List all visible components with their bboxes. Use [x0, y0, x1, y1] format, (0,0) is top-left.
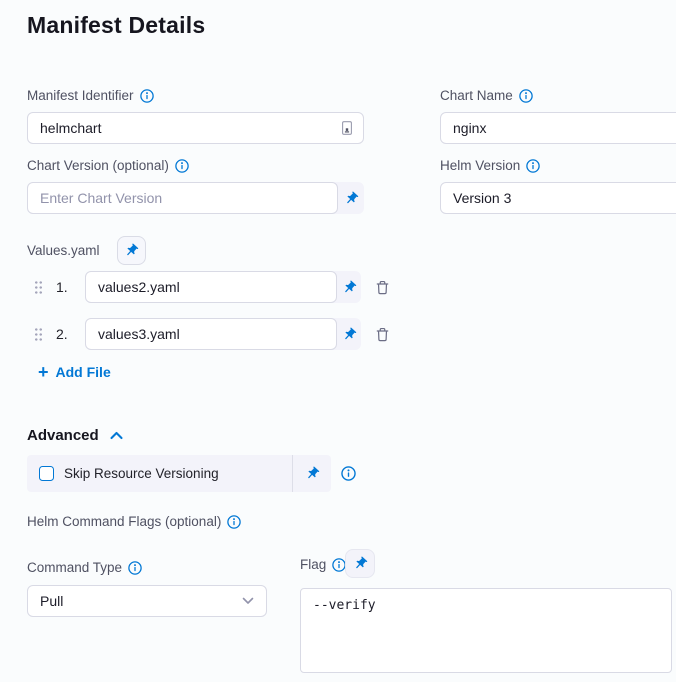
helm-command-flags-label-text: Helm Command Flags (optional) — [27, 514, 221, 529]
flag-label: Flag — [300, 557, 346, 572]
values-file-input[interactable] — [85, 318, 337, 350]
multi-type-pin-button[interactable] — [338, 182, 364, 214]
chart-name-label: Chart Name — [440, 88, 533, 103]
manifest-identifier-field — [27, 112, 364, 144]
chart-version-label-text: Chart Version (optional) — [27, 158, 169, 173]
helm-version-select[interactable]: Version 3 — [440, 182, 676, 214]
pin-icon — [338, 276, 359, 297]
info-icon[interactable] — [341, 466, 356, 481]
chart-version-input[interactable] — [27, 182, 338, 214]
file-index: 1. — [56, 279, 68, 295]
edit-identifier-icon[interactable] — [339, 120, 355, 136]
delete-file-button[interactable] — [371, 323, 393, 345]
values-file-field — [85, 271, 361, 303]
add-file-label: Add File — [56, 364, 111, 380]
chevron-down-icon — [242, 597, 254, 605]
drag-handle-icon[interactable] — [33, 279, 42, 295]
pin-icon — [301, 463, 322, 484]
pin-icon — [349, 553, 370, 574]
flag-pin-button[interactable] — [345, 549, 375, 578]
chart-name-input[interactable] — [440, 112, 676, 144]
command-type-label: Command Type — [27, 560, 142, 575]
info-icon[interactable] — [519, 89, 533, 103]
chart-version-label: Chart Version (optional) — [27, 158, 189, 173]
trash-icon — [374, 326, 391, 343]
chart-version-field — [27, 182, 364, 214]
drag-handle-icon[interactable] — [33, 326, 42, 342]
helm-command-flags-label: Helm Command Flags (optional) — [27, 514, 241, 529]
helm-version-value: Version 3 — [453, 190, 511, 206]
page-title: Manifest Details — [27, 12, 205, 39]
info-icon[interactable] — [526, 159, 540, 173]
file-index: 2. — [56, 326, 68, 342]
multi-type-pin-button[interactable] — [337, 271, 361, 303]
manifest-identifier-label: Manifest Identifier — [27, 88, 154, 103]
manifest-identifier-label-text: Manifest Identifier — [27, 88, 134, 103]
helm-version-field: Version 3 — [440, 182, 676, 214]
manifest-identifier-input[interactable] — [27, 112, 364, 144]
helm-version-label: Helm Version — [440, 158, 540, 173]
skip-resource-versioning-row: Skip Resource Versioning — [27, 455, 331, 492]
trash-icon — [374, 279, 391, 296]
command-type-value: Pull — [40, 593, 63, 609]
info-icon[interactable] — [140, 89, 154, 103]
command-type-select[interactable]: Pull — [27, 585, 267, 617]
helm-version-label-text: Helm Version — [440, 158, 520, 173]
command-type-field: Pull — [27, 585, 267, 617]
values-file-field — [85, 318, 361, 350]
skip-resource-versioning-checkbox[interactable] — [39, 466, 54, 481]
add-file-button[interactable]: + Add File — [38, 364, 111, 380]
values-yaml-pin-button[interactable] — [117, 236, 146, 265]
info-icon[interactable] — [128, 561, 142, 575]
info-icon[interactable] — [227, 515, 241, 529]
values-yaml-label: Values.yaml — [27, 243, 100, 258]
delete-file-button[interactable] — [371, 276, 393, 298]
chart-name-field — [440, 112, 676, 144]
info-icon[interactable] — [175, 159, 189, 173]
pin-icon — [338, 323, 359, 344]
pin-icon — [121, 240, 142, 261]
plus-icon: + — [38, 365, 49, 379]
chart-name-label-text: Chart Name — [440, 88, 513, 103]
chevron-up-icon — [110, 431, 123, 440]
multi-type-pin-button[interactable] — [337, 318, 361, 350]
values-yaml-label-text: Values.yaml — [27, 243, 100, 258]
values-file-input[interactable] — [85, 271, 337, 303]
flag-textarea[interactable]: --verify — [300, 588, 672, 673]
advanced-label: Advanced — [27, 427, 99, 444]
command-type-label-text: Command Type — [27, 560, 122, 575]
flag-label-text: Flag — [300, 557, 326, 572]
advanced-section-toggle[interactable]: Advanced — [27, 427, 123, 444]
multi-type-pin-button[interactable] — [293, 455, 331, 492]
pin-icon — [340, 187, 361, 208]
skip-resource-versioning-label: Skip Resource Versioning — [64, 466, 292, 481]
